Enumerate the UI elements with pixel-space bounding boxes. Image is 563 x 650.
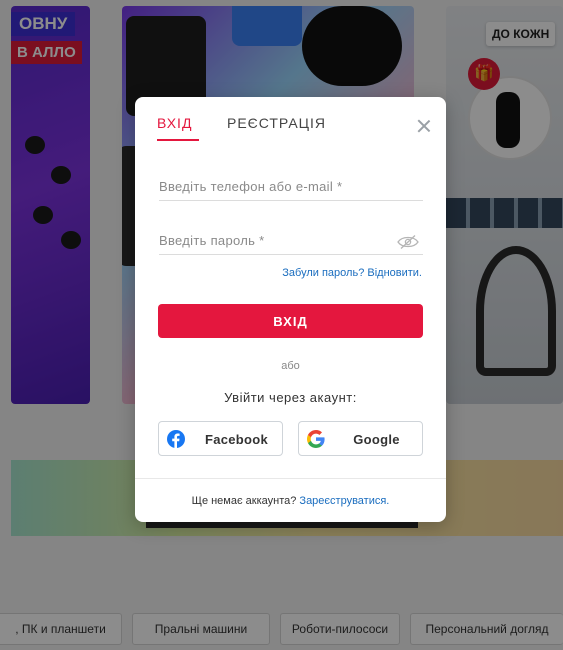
facebook-label: Facebook <box>204 432 269 447</box>
password-input[interactable] <box>159 227 423 255</box>
tab-login[interactable]: ВХІД <box>157 115 199 141</box>
login-submit-button[interactable]: ВХІД <box>158 304 423 338</box>
login-modal: ВХІД РЕЄСТРАЦІЯ Забули пароль? Відновити… <box>135 97 446 522</box>
register-prompt: Ще немає аккаунта? Зареєструватися. <box>135 495 446 507</box>
tab-register[interactable]: РЕЄСТРАЦІЯ <box>227 115 326 139</box>
facebook-icon <box>167 430 185 448</box>
close-icon[interactable] <box>415 117 433 135</box>
social-login-caption: Увійти через акаунт: <box>224 390 357 405</box>
register-link[interactable]: Зареєструватися. <box>299 495 389 507</box>
facebook-login-button[interactable]: Facebook <box>158 421 283 456</box>
footer-divider <box>135 478 446 479</box>
eye-off-icon[interactable] <box>397 234 419 250</box>
google-label: Google <box>353 432 400 447</box>
forgot-password-link[interactable]: Забули пароль? Відновити. <box>282 267 422 279</box>
google-icon <box>307 430 325 448</box>
register-question: Ще немає аккаунта? <box>191 495 297 507</box>
google-login-button[interactable]: Google <box>298 421 423 456</box>
login-input[interactable] <box>159 173 423 201</box>
or-separator: або <box>281 360 300 372</box>
